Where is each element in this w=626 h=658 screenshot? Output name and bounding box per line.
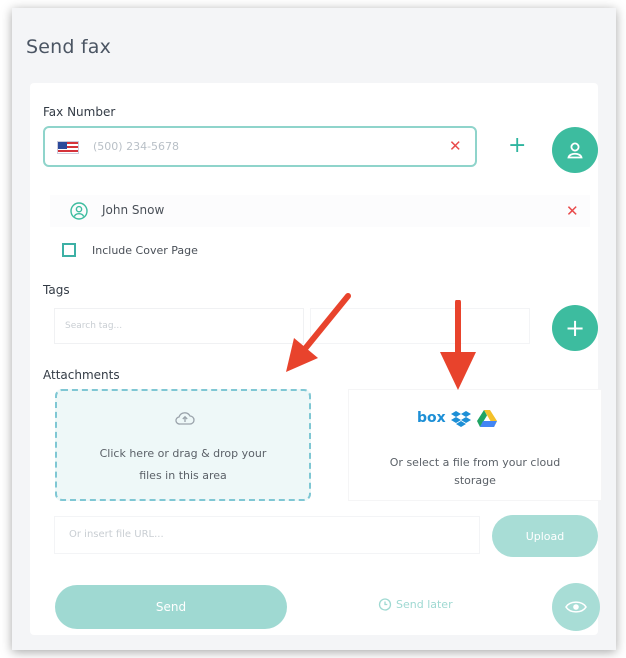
file-dropzone[interactable]: Click here or drag & drop your files in …	[55, 389, 311, 501]
tags-search-input[interactable]: Search tag...	[54, 308, 304, 344]
cloud-storage-panel: box Or select a file from your cloud sto…	[348, 389, 602, 501]
contacts-button[interactable]	[552, 127, 598, 173]
cover-page-label: Include Cover Page	[92, 244, 198, 257]
contact-book-icon	[567, 142, 583, 159]
remove-recipient-icon[interactable]: ✕	[566, 202, 579, 220]
cloud-text-line2: storage	[454, 474, 496, 487]
dropzone-text-line1: Click here or drag & drop your	[99, 447, 267, 460]
page-title: Send fax	[26, 36, 112, 58]
tags-label: Tags	[43, 283, 70, 297]
file-url-input[interactable]: Or insert file URL...	[54, 516, 480, 554]
clock-icon	[378, 598, 392, 611]
add-fax-number-button[interactable]: +	[508, 133, 526, 158]
recipient-name: John Snow	[102, 203, 165, 217]
attachments-label: Attachments	[43, 368, 120, 382]
dropzone-text-line2: files in this area	[139, 469, 227, 482]
upload-button[interactable]: Upload	[492, 515, 598, 557]
box-icon[interactable]: box	[417, 410, 446, 426]
fax-number-label: Fax Number	[43, 105, 116, 119]
annotation-arrow-dropzone	[286, 293, 351, 372]
eye-icon	[565, 601, 587, 613]
add-tag-button[interactable]: +	[552, 305, 598, 351]
fax-number-placeholder: (500) 234-5678	[93, 140, 180, 153]
plus-icon: +	[564, 314, 586, 342]
clear-fax-icon[interactable]: ✕	[449, 137, 462, 155]
us-flag-icon[interactable]	[57, 141, 79, 154]
fax-number-input[interactable]: (500) 234-5678 ✕	[43, 126, 477, 167]
google-drive-icon[interactable]	[477, 410, 497, 427]
file-url-placeholder: Or insert file URL...	[69, 529, 164, 540]
cover-page-checkbox[interactable]	[62, 243, 76, 257]
send-later-label: Send later	[396, 597, 453, 611]
send-button[interactable]: Send	[55, 585, 287, 629]
cloud-upload-icon	[175, 412, 195, 425]
recipient-row: John Snow ✕	[50, 195, 590, 227]
annotation-arrow-cloud	[440, 300, 476, 390]
tags-placeholder: Search tag...	[65, 321, 123, 331]
user-icon	[70, 202, 88, 220]
dropbox-icon[interactable]	[451, 410, 471, 428]
preview-button[interactable]	[552, 583, 600, 631]
cloud-text-line1: Or select a file from your cloud	[389, 456, 561, 469]
send-later-button[interactable]: Send later	[378, 597, 453, 611]
